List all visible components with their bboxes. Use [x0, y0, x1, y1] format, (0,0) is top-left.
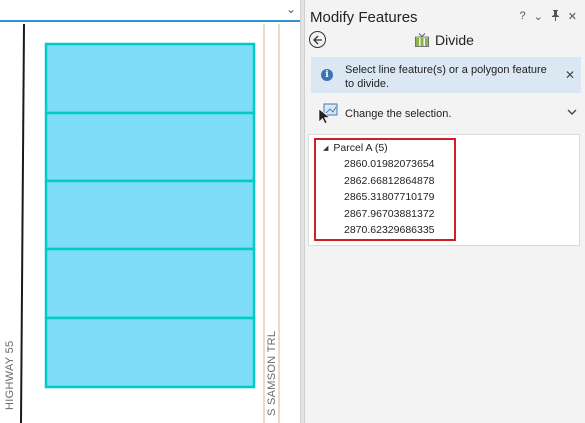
help-icon[interactable]: ?	[519, 10, 525, 24]
pin-icon[interactable]	[551, 10, 560, 24]
road-label-samson: S SAMSON TRL	[266, 330, 278, 416]
pane-title: Modify Features	[310, 9, 418, 26]
close-icon[interactable]: ✕	[565, 68, 575, 82]
change-selection-row[interactable]: Change the selection.	[317, 103, 581, 125]
map-view[interactable]: ⌄ HIGHWAY 55 S SAMSON TRL	[0, 0, 300, 423]
change-selection-label: Change the selection.	[345, 108, 452, 120]
pane-controls: ? ⌄ ✕	[519, 10, 577, 24]
expand-triangle-icon[interactable]: ◢	[323, 144, 328, 152]
parcel-polygon[interactable]	[44, 42, 256, 115]
tree-item[interactable]: 2865.31807710179	[344, 189, 435, 206]
chevron-down-icon[interactable]: ⌄	[534, 10, 543, 24]
chevron-down-icon[interactable]	[567, 107, 577, 119]
tree-children: 2860.01982073654 2862.66812864878 2865.3…	[344, 156, 435, 239]
modify-features-pane: Modify Features ? ⌄ ✕ Divide i Select li…	[305, 0, 585, 423]
parcel-polygon[interactable]	[44, 316, 256, 389]
select-cursor-icon	[317, 103, 339, 125]
divide-tool-icon	[415, 33, 429, 47]
road-label-highway: HIGHWAY 55	[4, 340, 16, 410]
tree-node-label: Parcel A (5)	[333, 142, 388, 154]
tree-item[interactable]: 2862.66812864878	[344, 173, 435, 190]
parcel-polygon[interactable]	[44, 111, 256, 183]
info-message: Select line feature(s) or a polygon feat…	[345, 64, 547, 90]
info-message-bar: i Select line feature(s) or a polygon fe…	[311, 57, 581, 93]
arrow-left-icon	[312, 35, 322, 44]
tree-item[interactable]: 2870.62329686335	[344, 222, 435, 239]
tree-item[interactable]: 2867.96703881372	[344, 206, 435, 223]
back-button[interactable]	[309, 31, 326, 48]
app-window: ⌄ HIGHWAY 55 S SAMSON TRL Modify Feature…	[0, 0, 585, 423]
tool-name: Divide	[435, 32, 474, 48]
map-canvas	[20, 23, 280, 423]
highway-road-line	[20, 23, 25, 423]
tree-node-parcel[interactable]: ◢ Parcel A (5)	[323, 142, 388, 154]
feature-tree: ◢ Parcel A (5) 2860.01982073654 2862.668…	[308, 134, 580, 246]
tree-item[interactable]: 2860.01982073654	[344, 156, 435, 173]
parcel-polygon[interactable]	[44, 179, 256, 251]
info-icon: i	[321, 69, 333, 81]
parcel-polygon[interactable]	[44, 247, 256, 320]
tool-header: Divide	[415, 32, 474, 48]
close-icon[interactable]: ✕	[568, 10, 577, 24]
